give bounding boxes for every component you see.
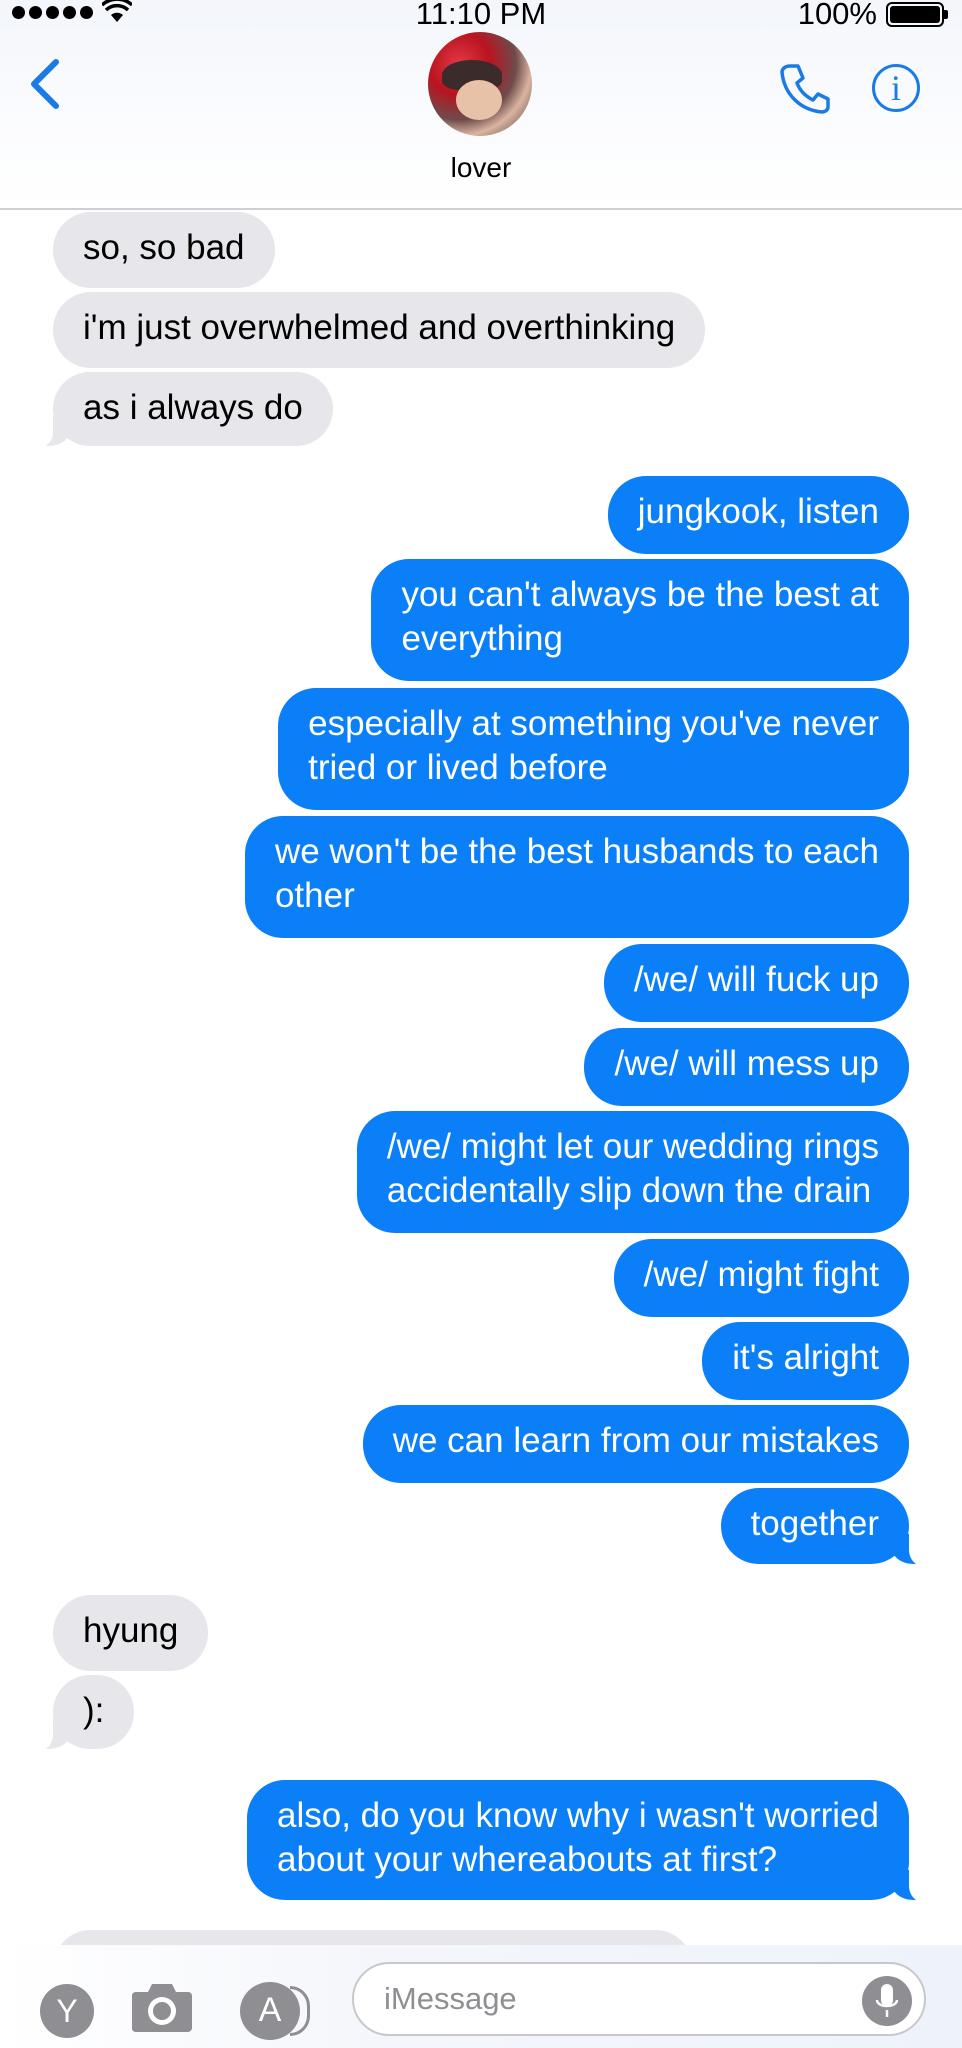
message-text: also, do you know why i wasn't worried a… xyxy=(277,1796,879,1879)
message-outgoing[interactable]: together xyxy=(720,1488,934,1566)
message-outgoing[interactable]: we won't be the best husbands to each ot… xyxy=(244,816,909,938)
message-outgoing[interactable]: you can't always be the best at everythi… xyxy=(371,559,909,681)
contact-avatar[interactable] xyxy=(428,32,532,136)
message-text: together xyxy=(750,1504,879,1543)
phone-icon xyxy=(780,64,830,114)
camera-icon xyxy=(132,1984,192,2032)
app-store-button[interactable]: A xyxy=(240,1982,310,2040)
app-store-icon: A xyxy=(258,1991,282,2029)
avatar-face xyxy=(456,80,502,120)
message-text: /we/ might let our wedding rings acciden… xyxy=(386,1127,879,1210)
camera-button[interactable] xyxy=(130,1978,194,2039)
message-outgoing[interactable]: also, do you know why i wasn't worried a… xyxy=(247,1780,933,1902)
message-outgoing[interactable]: /we/ will mess up xyxy=(584,1028,909,1106)
message-text: so, so bad xyxy=(83,228,245,267)
message-text: i'm just overwhelmed and overthinking xyxy=(83,308,676,347)
chevron-left-icon xyxy=(31,59,59,109)
message-text: /we/ will mess up xyxy=(614,1044,879,1083)
message-text: as i always do xyxy=(83,388,303,427)
message-text: hyung xyxy=(83,1611,179,1650)
message-text: we won't be the best husbands to each ot… xyxy=(274,832,879,915)
imessage-input[interactable] xyxy=(352,1962,926,2036)
message-incoming[interactable]: hyung xyxy=(53,1595,209,1671)
back-button[interactable] xyxy=(28,58,62,115)
message-outgoing[interactable]: /we/ might let our wedding rings acciden… xyxy=(356,1111,909,1233)
message-text: /we/ might fight xyxy=(643,1255,879,1294)
message-text: jungkook, listen xyxy=(637,492,879,531)
contact-name[interactable]: lover xyxy=(0,152,962,184)
y-app-button[interactable]: Y xyxy=(40,1984,94,2038)
message-outgoing[interactable]: we can learn from our mistakes xyxy=(362,1405,909,1483)
message-text: ): xyxy=(83,1691,105,1730)
message-outgoing[interactable]: especially at something you've never tri… xyxy=(278,688,909,810)
message-incoming[interactable]: ): xyxy=(28,1675,135,1751)
message-outgoing[interactable]: jungkook, listen xyxy=(607,476,909,554)
message-outgoing[interactable]: /we/ will fuck up xyxy=(603,944,909,1022)
battery-percentage: 100% xyxy=(797,0,877,31)
message-incoming[interactable]: so, so bad xyxy=(53,212,275,288)
message-outgoing[interactable]: it's alright xyxy=(702,1322,909,1400)
message-text: /we/ will fuck up xyxy=(633,960,879,999)
microphone-button[interactable] xyxy=(862,1976,912,2026)
microphone-icon xyxy=(875,1984,899,2017)
call-button[interactable] xyxy=(776,60,832,121)
status-bar: 11:10 PM 100% xyxy=(0,0,962,31)
info-button[interactable]: i xyxy=(872,64,920,112)
message-text: it's alright xyxy=(732,1338,879,1377)
info-icon: i xyxy=(890,68,901,108)
message-text: you can't always be the best at everythi… xyxy=(401,575,879,658)
message-text: we can learn from our mistakes xyxy=(392,1421,879,1460)
battery-icon xyxy=(886,2,948,27)
message-outgoing[interactable]: /we/ might fight xyxy=(613,1239,909,1317)
message-incoming[interactable]: i'm just overwhelmed and overthinking xyxy=(53,292,706,368)
message-text: especially at something you've never tri… xyxy=(308,704,879,787)
message-incoming[interactable]: as i always do xyxy=(29,372,333,448)
